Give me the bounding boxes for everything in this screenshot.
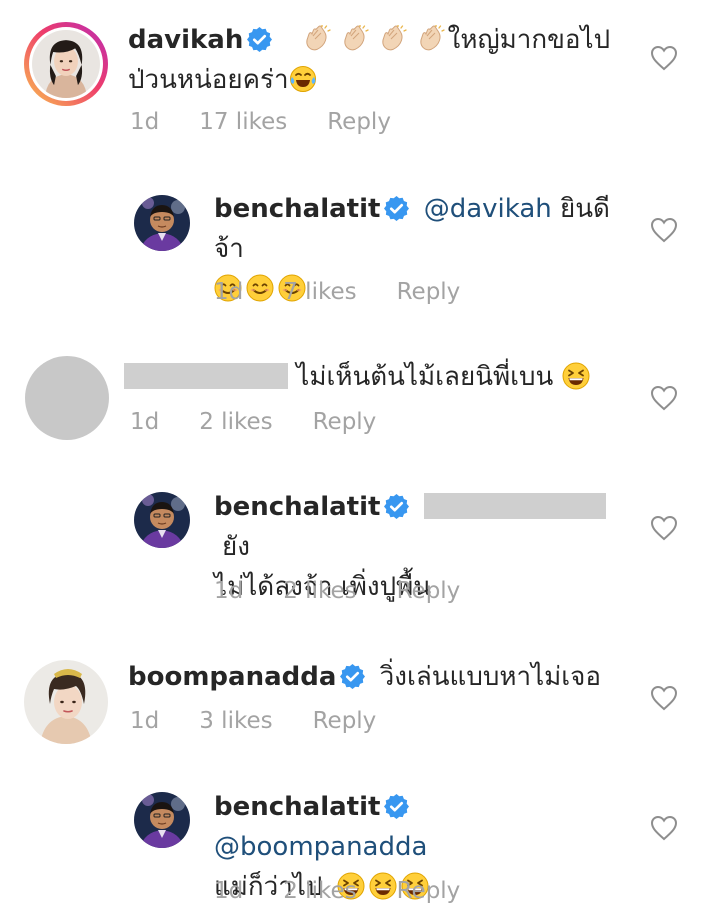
comment-meta: 1d 17 likes Reply: [130, 109, 391, 135]
reply-button[interactable]: Reply: [313, 708, 377, 734]
comment-text: ยัง: [222, 532, 250, 562]
avatar[interactable]: [134, 195, 190, 251]
comment-text-line2: ป่วนหน่อยคร่า: [128, 65, 289, 95]
reply-item: benchalatit ยัง ไม่ได้ลงจ้า เพิ่งปูพื้น …: [0, 470, 719, 630]
reply-button[interactable]: Reply: [397, 578, 461, 604]
verified-badge-icon: [384, 494, 409, 519]
avatar-image: [32, 30, 100, 98]
verified-badge-icon: [384, 196, 409, 221]
comment-time: 1d: [130, 409, 160, 435]
avatar-image: [24, 660, 108, 744]
comment-likes[interactable]: 2 likes: [199, 409, 272, 435]
reply-item: benchalatit @davikah ยินดีจ้า 1d 7 likes…: [0, 160, 719, 330]
heart-outline-icon[interactable]: [650, 685, 678, 711]
laughing-tears-icon: [289, 65, 317, 93]
comment-item: davikah ใหญ่มากขอไป ป่วนหน่อยคร่า 1d 17 …: [0, 0, 719, 160]
reply-button[interactable]: Reply: [397, 878, 461, 904]
avatar[interactable]: [25, 356, 109, 440]
comment-likes[interactable]: 2 likes: [283, 878, 356, 904]
heart-outline-icon[interactable]: [650, 385, 678, 411]
heart-outline-icon[interactable]: [650, 217, 678, 243]
comment-likes[interactable]: 2 likes: [283, 578, 356, 604]
comment-body: ไม่เห็นต้นไม้เลยนิพี่เบน: [124, 357, 644, 397]
avatar-image: [134, 792, 190, 848]
avatar[interactable]: [24, 22, 108, 106]
heart-outline-icon[interactable]: [650, 45, 678, 71]
verified-badge-icon: [384, 794, 409, 819]
comment-likes[interactable]: 17 likes: [199, 109, 287, 135]
comment-time: 1d: [214, 878, 244, 904]
avatar-image: [134, 195, 190, 251]
comment-text: ไม่เห็นต้นไม้เลยนิพี่เบน: [296, 362, 554, 392]
avatar[interactable]: [134, 492, 190, 548]
avatar-image: [134, 492, 190, 548]
comment-username[interactable]: benchalatit: [214, 792, 380, 822]
comment-text: ใหญ่มากขอไป: [447, 25, 611, 55]
comment-item: boompanadda วิ่งเล่นแบบหาไม่เจอ 1d 3 lik…: [0, 630, 719, 770]
comment-meta: 1d 2 likes Reply: [130, 409, 376, 435]
reply-item: benchalatit @boompanadda แม่ก็ว่าไป 1d 2…: [0, 770, 719, 915]
comment-body: davikah ใหญ่มากขอไป ป่วนหน่อยคร่า: [128, 20, 648, 100]
comment-likes[interactable]: 7 likes: [283, 279, 356, 305]
comment-item: ไม่เห็นต้นไม้เลยนิพี่เบน 1d 2 likes Repl…: [0, 330, 719, 470]
comment-text: วิ่งเล่นแบบหาไม่เจอ: [379, 662, 602, 692]
verified-badge-icon: [340, 664, 365, 689]
comment-time: 1d: [214, 279, 244, 305]
redacted-mention: [423, 493, 606, 519]
comment-meta: 1d 2 likes Reply: [214, 578, 460, 604]
heart-outline-icon[interactable]: [650, 815, 678, 841]
comment-username[interactable]: boompanadda: [128, 662, 336, 692]
comment-body: boompanadda วิ่งเล่นแบบหาไม่เจอ: [128, 657, 648, 697]
reply-button[interactable]: Reply: [313, 409, 377, 435]
redacted-username: [124, 363, 288, 389]
comment-username[interactable]: benchalatit: [214, 492, 380, 522]
verified-badge-icon: [247, 27, 272, 52]
reply-button[interactable]: Reply: [397, 279, 461, 305]
avatar[interactable]: [24, 660, 108, 744]
reply-button[interactable]: Reply: [327, 109, 391, 135]
comment-time: 1d: [130, 708, 160, 734]
clap-hands-icon: [303, 25, 448, 55]
avatar[interactable]: [134, 792, 190, 848]
comment-meta: 1d 2 likes Reply: [214, 878, 460, 904]
mention-link[interactable]: @boompanadda: [214, 832, 427, 862]
comment-meta: 1d 3 likes Reply: [130, 708, 376, 734]
grin-squint-icon: [562, 362, 590, 390]
comment-time: 1d: [214, 578, 244, 604]
comment-username[interactable]: davikah: [128, 25, 243, 55]
comment-meta: 1d 7 likes Reply: [214, 279, 460, 305]
comment-username[interactable]: benchalatit: [214, 194, 380, 224]
heart-outline-icon[interactable]: [650, 515, 678, 541]
comment-likes[interactable]: 3 likes: [199, 708, 272, 734]
mention-link[interactable]: @davikah: [424, 194, 552, 224]
comment-time: 1d: [130, 109, 160, 135]
